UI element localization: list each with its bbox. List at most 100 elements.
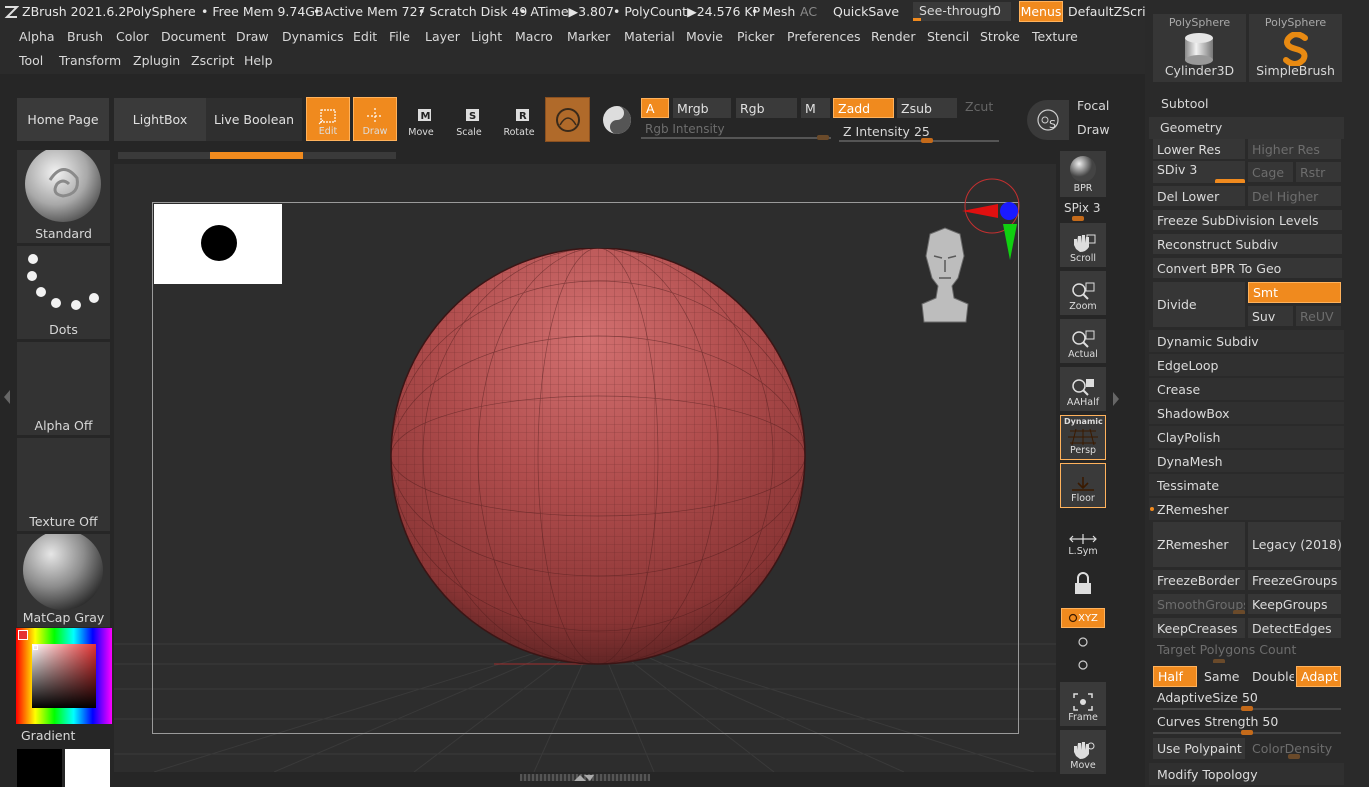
keepgroups-toggle[interactable]: KeepGroups	[1248, 594, 1341, 614]
smoothgroups-slider[interactable]: SmoothGroups	[1153, 594, 1245, 614]
freeze-subdivision-button[interactable]: Freeze SubDivision Levels	[1153, 210, 1342, 230]
freezeborder-toggle[interactable]: FreezeBorder	[1153, 570, 1245, 590]
home-page-button[interactable]: Home Page	[17, 98, 109, 141]
smt-toggle[interactable]: Smt	[1248, 282, 1341, 303]
lock-transform-button[interactable]	[1060, 564, 1106, 604]
tool-simplebrush[interactable]: SimpleBrush	[1249, 30, 1342, 82]
see-through-slider[interactable]: See-through 0	[913, 2, 1011, 21]
right-tray-arrow-icon[interactable]	[1113, 392, 1119, 406]
material-toggle[interactable]	[594, 97, 639, 142]
adapt-toggle[interactable]: Adapt	[1296, 666, 1341, 687]
menu-tool[interactable]: Tool	[19, 53, 43, 68]
z-intensity-slider[interactable]: Z Intensity 25	[839, 122, 999, 143]
zsub-button[interactable]: Zsub	[897, 98, 957, 118]
primary-color-white[interactable]	[65, 749, 110, 787]
subtool-thumb-polysphere-b[interactable]: PolySphere	[1249, 14, 1342, 30]
menu-edit[interactable]: Edit	[353, 29, 377, 44]
cage-button[interactable]: Cage	[1248, 162, 1293, 182]
brush-tile[interactable]: Standard	[17, 150, 110, 243]
menu-dynamics[interactable]: Dynamics	[282, 29, 344, 44]
del-higher-button[interactable]: Del Higher	[1248, 186, 1341, 206]
move-view-button[interactable]: Move	[1060, 730, 1106, 774]
stroke-tile[interactable]: Dots	[17, 246, 110, 339]
menu-render[interactable]: Render	[871, 29, 916, 44]
quicksave-button[interactable]: QuickSave	[833, 4, 899, 19]
menu-transform[interactable]: Transform	[59, 53, 121, 68]
menu-document[interactable]: Document	[161, 29, 226, 44]
zadd-toggle[interactable]: Zadd	[833, 98, 894, 118]
menu-color[interactable]: Color	[116, 29, 149, 44]
move-mode-button[interactable]: M Move	[399, 97, 443, 141]
use-polypaint-toggle[interactable]: Use Polypaint	[1153, 738, 1245, 759]
keepcreases-toggle[interactable]: KeepCreases	[1153, 618, 1245, 638]
lower-res-button[interactable]: Lower Res	[1153, 139, 1245, 159]
convert-bpr-button[interactable]: Convert BPR To Geo	[1153, 258, 1342, 278]
menu-brush[interactable]: Brush	[67, 29, 103, 44]
colordensity-slider[interactable]: ColorDensity	[1248, 738, 1341, 759]
left-tray-arrow-icon[interactable]	[4, 390, 10, 404]
menu-picker[interactable]: Picker	[737, 29, 774, 44]
draw-mode-button[interactable]: Draw	[353, 97, 397, 141]
actual-button[interactable]: Actual	[1060, 319, 1106, 363]
spix-slider[interactable]: SPix 3	[1060, 199, 1106, 221]
subtool-thumb-polysphere-a[interactable]: PolySphere	[1153, 14, 1246, 30]
menu-macro[interactable]: Macro	[515, 29, 553, 44]
menu-file[interactable]: File	[389, 29, 410, 44]
reuv-button[interactable]: ReUV	[1296, 306, 1341, 326]
menu-layer[interactable]: Layer	[425, 29, 460, 44]
focal-label[interactable]: Focal	[1077, 98, 1109, 113]
navigation-view-thumbnail[interactable]	[154, 204, 282, 284]
color-picker[interactable]	[16, 628, 112, 724]
menu-movie[interactable]: Movie	[686, 29, 723, 44]
polysphere-mesh[interactable]	[390, 248, 808, 668]
menu-help[interactable]: Help	[244, 53, 273, 68]
canvas-expand-icon[interactable]	[572, 773, 596, 782]
suv-toggle[interactable]: Suv	[1248, 306, 1293, 326]
dynamic-subdiv-section[interactable]: Dynamic Subdiv	[1149, 330, 1344, 352]
scale-mode-button[interactable]: S Scale	[447, 97, 491, 141]
tool-cylinder3d[interactable]: Cylinder3D	[1153, 30, 1246, 82]
curves-strength-slider[interactable]: Curves Strength 50	[1153, 713, 1341, 735]
zoom-button[interactable]: Zoom	[1060, 271, 1106, 315]
edit-mode-button[interactable]: Edit	[306, 97, 350, 141]
m-button[interactable]: M	[801, 98, 830, 118]
shadowbox-section[interactable]: ShadowBox	[1149, 402, 1344, 424]
scroll-button[interactable]: Scroll	[1060, 223, 1106, 267]
reconstruct-subdiv-button[interactable]: Reconstruct Subdiv	[1153, 234, 1342, 254]
menu-alpha[interactable]: Alpha	[19, 29, 55, 44]
del-lower-button[interactable]: Del Lower	[1153, 186, 1245, 206]
menu-material[interactable]: Material	[624, 29, 675, 44]
menu-preferences[interactable]: Preferences	[787, 29, 861, 44]
draw-size-label[interactable]: Draw	[1077, 122, 1110, 137]
z-rotate-icon[interactable]	[1076, 659, 1090, 671]
menu-stroke[interactable]: Stroke	[980, 29, 1020, 44]
texture-tile[interactable]: Texture Off	[17, 438, 110, 531]
mrgb-button[interactable]: Mrgb	[673, 98, 731, 118]
claypolish-section[interactable]: ClayPolish	[1149, 426, 1344, 448]
target-polygons-slider[interactable]: Target Polygons Count	[1153, 641, 1341, 663]
zremesher-button[interactable]: ZRemesher	[1153, 522, 1245, 567]
transpose-gizmo-icon[interactable]	[958, 178, 1024, 264]
bpr-button[interactable]: BPR	[1060, 151, 1106, 197]
tessimate-section[interactable]: Tessimate	[1149, 474, 1344, 496]
current-brush-thumb[interactable]	[545, 97, 590, 142]
y-rotate-icon[interactable]	[1076, 636, 1090, 648]
sdiv-slider[interactable]: SDiv 3	[1153, 161, 1245, 183]
menu-draw[interactable]: Draw	[236, 29, 269, 44]
gradient-label[interactable]: Gradient	[21, 728, 75, 743]
material-tile[interactable]: MatCap Gray	[17, 534, 110, 627]
menu-light[interactable]: Light	[471, 29, 502, 44]
crease-section[interactable]: Crease	[1149, 378, 1344, 400]
xyz-toggle[interactable]: XYZ	[1061, 608, 1105, 628]
persp-toggle[interactable]: Dynamic Persp	[1060, 415, 1106, 460]
a-toggle[interactable]: A	[641, 98, 669, 118]
rstr-button[interactable]: Rstr	[1296, 162, 1341, 182]
floor-toggle[interactable]: Floor	[1060, 463, 1106, 508]
rgb-intensity-slider[interactable]: Rgb Intensity	[641, 121, 831, 140]
live-boolean-button[interactable]: Live Boolean	[206, 98, 302, 141]
freezegroups-toggle[interactable]: FreezeGroups	[1248, 570, 1341, 590]
edgeloop-section[interactable]: EdgeLoop	[1149, 354, 1344, 376]
focal-draw-toggle[interactable]: S	[1027, 100, 1069, 140]
secondary-color-black[interactable]	[17, 749, 62, 787]
rotate-mode-button[interactable]: R Rotate	[497, 97, 541, 141]
